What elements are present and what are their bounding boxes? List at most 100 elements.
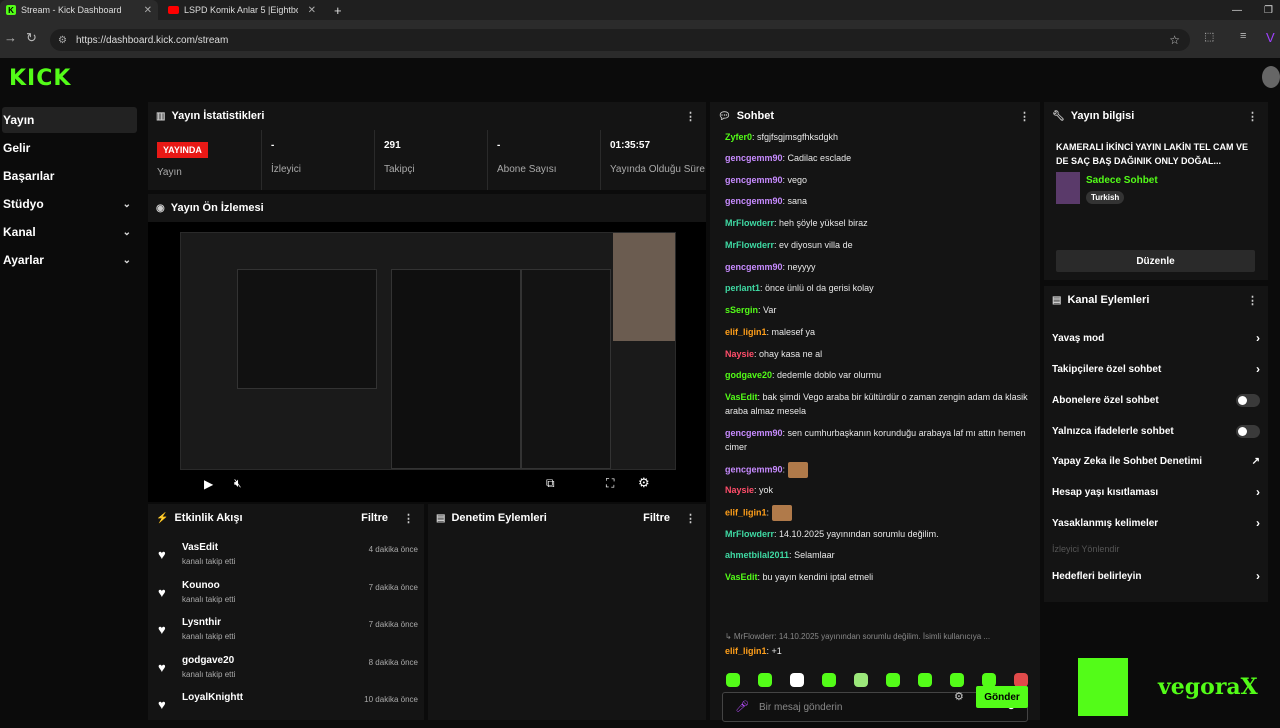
- emote-icon[interactable]: [822, 673, 836, 687]
- event-user[interactable]: LoyalKnightt: [182, 692, 243, 703]
- chat-text: neyyyy: [787, 262, 816, 272]
- chat-username[interactable]: gencgemm90: [725, 196, 783, 206]
- more-icon[interactable]: ⋮: [1019, 110, 1030, 123]
- emote-icon[interactable]: [918, 673, 932, 687]
- more-icon[interactable]: ⋮: [685, 110, 696, 123]
- action-account-age[interactable]: Hesap yaşı kısıtlaması ›: [1052, 482, 1260, 502]
- action-set-goals[interactable]: Hedefleri belirleyin ›: [1052, 566, 1260, 586]
- action-slow-mode[interactable]: Yavaş mod ›: [1052, 328, 1260, 348]
- emote-icon[interactable]: [1014, 673, 1028, 687]
- action-followers-only[interactable]: Takipçilere özel sohbet ›: [1052, 359, 1260, 379]
- heart-icon: ♥: [158, 622, 166, 637]
- subscribers-only-toggle[interactable]: [1236, 393, 1260, 407]
- browser-tab-youtube[interactable]: LSPD Komik Anlar 5 |Eightbornv ✕: [162, 0, 322, 20]
- chat-username[interactable]: VasEdit: [725, 572, 758, 582]
- chat-username[interactable]: MrFlowderr: [725, 240, 774, 250]
- play-icon[interactable]: ▶: [204, 477, 213, 491]
- chat-username[interactable]: gencgemm90: [725, 175, 783, 185]
- reload-icon[interactable]: ↻: [26, 30, 37, 46]
- address-bar[interactable]: ⚙ https://dashboard.kick.com/stream ☆: [50, 29, 1190, 51]
- video-player[interactable]: ▶ 🔇︎ ⧉ ⛶ ⚙: [148, 222, 706, 502]
- sidebar-item-gelir[interactable]: Gelir: [2, 135, 137, 161]
- chat-username[interactable]: gencgemm90: [725, 428, 783, 438]
- chat-text: dedemle doblo var olurmu: [777, 370, 882, 380]
- forward-icon[interactable]: →: [4, 30, 17, 45]
- panel-header: ▥ Yayın İstatistikleri ⋮: [148, 102, 706, 130]
- emote-icon[interactable]: [854, 673, 868, 687]
- sidebar-item-yayin[interactable]: Yayın: [2, 107, 137, 133]
- sidebar-item-ayarlar[interactable]: Ayarlar ⌄: [2, 247, 137, 273]
- emote-icon[interactable]: [790, 673, 804, 687]
- chat-username[interactable]: ahmetbilal2011: [725, 550, 789, 560]
- chat-text: ohay kasa ne al: [759, 349, 823, 359]
- sidebar-item-label: Stüdyo: [3, 197, 44, 211]
- emote-icon[interactable]: [758, 673, 772, 687]
- filter-button[interactable]: Filtre: [361, 512, 388, 524]
- action-banned-words[interactable]: Yasaklanmış kelimeler ›: [1052, 513, 1260, 533]
- profile-icon[interactable]: V: [1266, 30, 1275, 45]
- mute-icon[interactable]: 🔇︎: [234, 476, 242, 491]
- emotes-only-toggle[interactable]: [1236, 424, 1260, 438]
- chat-username[interactable]: MrFlowderr: [725, 529, 774, 539]
- document-icon: ▤: [436, 512, 446, 524]
- chat-username[interactable]: Zyfer0: [725, 132, 752, 142]
- kick-logo[interactable]: KICK: [9, 66, 71, 91]
- more-icon[interactable]: ⋮: [403, 512, 414, 525]
- extensions-icon[interactable]: ⬚: [1204, 30, 1214, 43]
- action-ai-moderation[interactable]: Yapay Zeka ile Sohbet Denetimi ↗: [1052, 451, 1260, 471]
- more-icon[interactable]: ⋮: [1247, 110, 1258, 123]
- fullscreen-icon[interactable]: ⛶: [606, 476, 614, 491]
- sidebar-item-label: Gelir: [3, 141, 31, 155]
- chat-username[interactable]: VasEdit: [725, 392, 758, 402]
- more-icon[interactable]: ⋮: [685, 512, 696, 525]
- edit-button[interactable]: Düzenle: [1056, 250, 1255, 272]
- filter-button[interactable]: Filtre: [643, 512, 670, 524]
- sidebar-item-studyo[interactable]: Stüdyo ⌄: [2, 191, 137, 217]
- emote-icon[interactable]: [950, 673, 964, 687]
- more-icon[interactable]: ⋮: [1247, 294, 1258, 307]
- chat-username[interactable]: perlant1: [725, 283, 760, 293]
- maximize-icon[interactable]: ❐: [1258, 0, 1279, 20]
- chat-username[interactable]: sSergin: [725, 305, 758, 315]
- chat-username[interactable]: elif_ligin1: [725, 327, 767, 337]
- stat-subscribers: - Abone Sayısı: [487, 130, 599, 190]
- browser-toolbar: → ↻ ⚙ https://dashboard.kick.com/stream …: [0, 20, 1280, 58]
- avatar[interactable]: [1262, 66, 1280, 88]
- chat-username[interactable]: MrFlowderr: [725, 218, 774, 228]
- chat-username[interactable]: Naysie: [725, 485, 754, 495]
- send-button[interactable]: Gönder: [976, 686, 1028, 708]
- close-icon[interactable]: ✕: [308, 5, 316, 16]
- chat-username[interactable]: gencgemm90: [725, 464, 783, 474]
- chat-username[interactable]: elif_ligin1: [725, 507, 767, 517]
- event-user[interactable]: VasEdit: [182, 542, 218, 553]
- emote-icon[interactable]: [982, 673, 996, 687]
- new-tab-button[interactable]: +: [328, 0, 348, 20]
- list-item: ♥ VasEdit kanalı takip etti 4 dakika önce: [158, 542, 418, 578]
- close-icon[interactable]: ✕: [144, 5, 152, 16]
- chat-username[interactable]: godgave20: [725, 370, 772, 380]
- menu-icon[interactable]: ≡: [1240, 30, 1246, 42]
- bookmark-star-icon[interactable]: ☆: [1169, 33, 1180, 47]
- pip-icon[interactable]: ⧉: [546, 476, 555, 491]
- wrench-icon: 🔧︎: [1052, 110, 1065, 122]
- sidebar-item-basarilar[interactable]: Başarılar: [2, 163, 137, 189]
- chat-username[interactable]: Naysie: [725, 349, 754, 359]
- event-user[interactable]: godgave20: [182, 655, 234, 666]
- stream-category[interactable]: Sadece Sohbet: [1086, 175, 1158, 186]
- event-user[interactable]: Lysnthir: [182, 617, 221, 628]
- browser-tab-kick[interactable]: K Stream - Kick Dashboard ✕: [0, 0, 158, 20]
- chat-username[interactable]: gencgemm90: [725, 153, 783, 163]
- chat-username[interactable]: elif_ligin1: [725, 646, 767, 656]
- microphone-icon[interactable]: 🎤︎: [735, 700, 749, 713]
- chat-settings-icon[interactable]: ⚙: [954, 690, 964, 703]
- settings-icon[interactable]: ⚙: [638, 475, 650, 491]
- emote-icon[interactable]: [726, 673, 740, 687]
- chat-username[interactable]: gencgemm90: [725, 262, 783, 272]
- sidebar-item-kanal[interactable]: Kanal ⌄: [2, 219, 137, 245]
- event-user[interactable]: Kounoo: [182, 580, 220, 591]
- emote-icon[interactable]: [886, 673, 900, 687]
- chart-icon: ▥: [156, 110, 166, 122]
- site-info-icon[interactable]: ⚙: [58, 35, 67, 46]
- event-desc: kanalı takip etti: [182, 670, 236, 679]
- minimize-icon[interactable]: —: [1226, 0, 1248, 20]
